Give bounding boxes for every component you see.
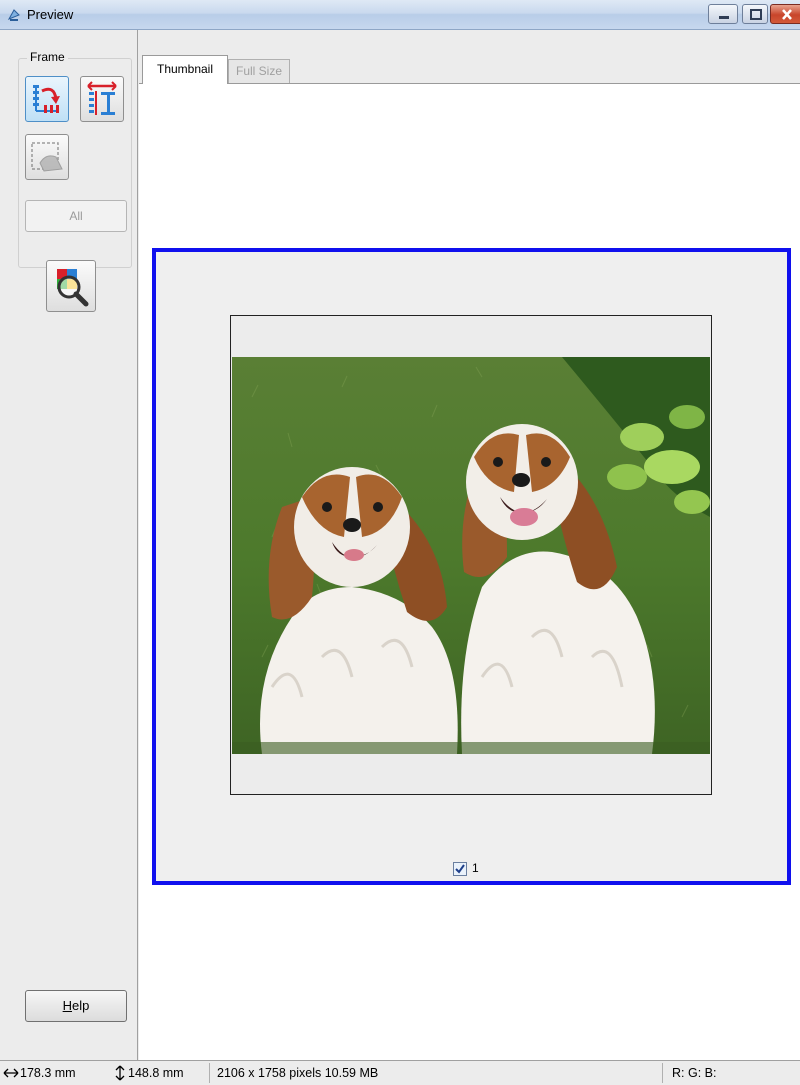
auto-locate-button[interactable] bbox=[25, 76, 69, 122]
zoom-color-button[interactable] bbox=[46, 260, 96, 312]
frame-group-label: Frame bbox=[27, 50, 68, 64]
remove-marquee-icon bbox=[31, 142, 63, 172]
frame-number-label: 1 bbox=[472, 861, 479, 875]
title-bar[interactable]: Preview bbox=[0, 0, 800, 30]
status-separator bbox=[209, 1063, 210, 1083]
checkmark-icon bbox=[455, 864, 465, 874]
help-accelerator: H bbox=[62, 998, 73, 1013]
all-frames-button[interactable]: All bbox=[25, 200, 127, 232]
thumbnail-photo[interactable] bbox=[232, 357, 710, 754]
help-button[interactable]: Help bbox=[25, 990, 127, 1022]
status-separator bbox=[662, 1063, 663, 1083]
help-label-rest: elp bbox=[72, 998, 90, 1013]
close-button[interactable] bbox=[770, 4, 800, 24]
frame-1-checkbox[interactable] bbox=[453, 862, 467, 876]
auto-locate-icon bbox=[33, 85, 60, 113]
scan-width-value: 178.3 mm bbox=[20, 1066, 76, 1080]
tab-thumbnail[interactable]: Thumbnail bbox=[142, 55, 228, 84]
height-arrow-icon bbox=[114, 1065, 126, 1084]
maximize-button[interactable] bbox=[742, 4, 768, 24]
pixel-size-info: 2106 x 1758 pixels 10.59 MB bbox=[217, 1066, 379, 1080]
status-bar: 178.3 mm 148.8 mm 2106 x 1758 pixels 10.… bbox=[0, 1060, 800, 1085]
window-title: Preview bbox=[27, 7, 74, 22]
scanner-app-icon bbox=[6, 7, 22, 23]
scan-height-value: 148.8 mm bbox=[128, 1066, 184, 1080]
minimize-button[interactable] bbox=[708, 4, 738, 24]
width-arrow-icon bbox=[3, 1066, 19, 1083]
rgb-readout: R: G: B: bbox=[672, 1066, 717, 1080]
create-marquee-button[interactable] bbox=[80, 76, 124, 122]
zoom-color-icon bbox=[57, 269, 89, 307]
marquee-icon bbox=[87, 81, 117, 115]
tab-full-size[interactable]: Full Size bbox=[228, 59, 290, 83]
preview-window: Preview Frame All Help Thumbnail Full Si… bbox=[0, 0, 800, 1085]
remove-marquee-button[interactable] bbox=[25, 134, 69, 180]
